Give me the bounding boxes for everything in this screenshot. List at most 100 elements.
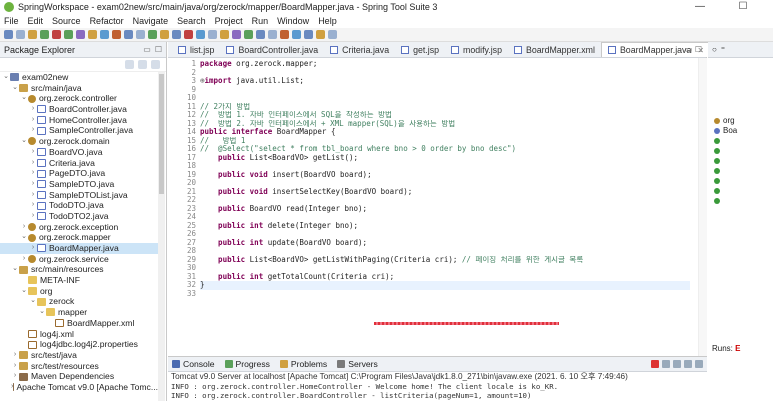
package-explorer-tab[interactable]: Package Explorer ▭ ☐ [0,42,166,58]
terminate-icon[interactable] [651,360,659,368]
toolbar-action-icon[interactable] [88,30,97,39]
outline-member[interactable] [708,166,773,176]
code-line[interactable]: public int getTotalCount(Criteria cri); [200,273,690,282]
collapsed-twisty-icon[interactable]: › [29,168,37,179]
console-tab-console[interactable]: Console [172,359,215,369]
toolbar-action-icon[interactable] [184,30,193,39]
code-line[interactable] [200,247,690,256]
remove-launch-icon[interactable] [662,360,670,368]
menu-help[interactable]: Help [318,16,337,26]
menu-navigate[interactable]: Navigate [133,16,169,26]
toolbar-action-icon[interactable] [208,30,217,39]
collapsed-twisty-icon[interactable]: › [29,115,37,126]
menu-source[interactable]: Source [52,16,81,26]
code-line[interactable]: package org.zerock.mapper; [200,60,690,69]
code-line[interactable]: public interface BoardMapper { [200,128,690,137]
code-line[interactable]: // 2가지 방법 [200,103,690,112]
toolbar-action-icon[interactable] [64,30,73,39]
code-line[interactable]: ⊕import java.util.List; [200,77,690,86]
tree-item[interactable]: ⌄ exam02new [0,72,158,83]
menu-project[interactable]: Project [215,16,243,26]
code-line[interactable] [200,69,690,78]
toolbar-action-icon[interactable] [76,30,85,39]
collapsed-twisty-icon[interactable]: › [29,211,37,222]
tree-item[interactable]: › Criteria.java [0,158,158,169]
tree-item[interactable]: ⌄ src/main/resources [0,264,158,275]
tree-item[interactable]: ⌄ zerock [0,296,158,307]
toolbar-action-icon[interactable] [28,30,37,39]
clear-console-icon[interactable] [673,360,681,368]
outline-member[interactable] [708,146,773,156]
tree-item[interactable]: BoardMapper.xml [0,318,158,329]
toolbar-action-icon[interactable] [268,30,277,39]
code-line[interactable]: public void insert(BoardVO board); [200,171,690,180]
code-line[interactable] [200,162,690,171]
tree-item[interactable]: ⌄ src/main/java [0,83,158,94]
expanded-twisty-icon[interactable]: ⌄ [29,296,37,307]
code-line[interactable]: // 방법 1 [200,137,690,146]
collapsed-twisty-icon[interactable]: › [29,147,37,158]
outline-tab-bar[interactable]: ○ ⁼ [708,42,773,58]
code-line[interactable] [200,86,690,95]
code-line[interactable] [200,290,690,299]
expanded-twisty-icon[interactable]: ⌄ [20,286,28,297]
outline-member[interactable] [708,176,773,186]
expanded-twisty-icon[interactable]: ⌄ [11,264,19,275]
collapsed-twisty-icon[interactable]: › [20,222,28,233]
collapsed-twisty-icon[interactable]: › [29,104,37,115]
code-line[interactable]: public int update(BoardVO board); [200,239,690,248]
tree-item[interactable]: › BoardMapper.java [0,243,158,254]
editor-tab[interactable]: BoardController.java [220,42,324,57]
tree-item[interactable]: › PageDTO.java [0,168,158,179]
toolbar-action-icon[interactable] [40,30,49,39]
tree-item[interactable]: log4j.xml [0,329,158,340]
console-output[interactable]: INFO : org.zerock.controller.HomeControl… [168,382,707,400]
tree-item[interactable]: › SampleDTOList.java [0,190,158,201]
tree-item[interactable]: › src/test/resources [0,361,158,372]
minimize-view-icon[interactable]: ▭ [143,45,151,54]
menu-edit[interactable]: Edit [28,16,44,26]
outline-member[interactable] [708,136,773,146]
pin-console-icon[interactable] [695,360,703,368]
overflow-icon[interactable]: ⁼ [721,45,725,54]
tree-item[interactable]: log4jdbc.log4j2.properties [0,339,158,350]
code-line[interactable] [200,179,690,188]
outline-item[interactable]: Boa [708,126,773,136]
toolbar-action-icon[interactable] [232,30,241,39]
code-line[interactable] [200,230,690,239]
collapsed-twisty-icon[interactable]: › [29,158,37,169]
tree-item[interactable]: › HomeController.java [0,115,158,126]
toolbar-action-icon[interactable] [160,30,169,39]
toolbar-action-icon[interactable] [292,30,301,39]
code-line[interactable]: // 방법 1. 자바 인터페이스에서 SQL을 작성하는 방법 [200,111,690,120]
expanded-twisty-icon[interactable]: ⌄ [11,83,19,94]
collapsed-twisty-icon[interactable]: › [11,361,19,372]
toolbar-action-icon[interactable] [124,30,133,39]
package-explorer-scrollbar[interactable] [158,72,165,401]
maximize-view-icon[interactable]: ☐ [155,45,162,54]
code-line[interactable]: public int delete(Integer bno); [200,222,690,231]
code-line[interactable]: public List<BoardVO> getListWithPaging(C… [200,256,690,265]
editor-scrollbar[interactable] [698,58,707,356]
outline-icon[interactable]: ○ [712,45,717,54]
code-line[interactable]: public List<BoardVO> getList(); [200,154,690,163]
tree-item[interactable]: › SampleController.java [0,125,158,136]
code-line[interactable] [200,213,690,222]
collapse-all-icon[interactable] [125,60,134,69]
menu-file[interactable]: File [4,16,19,26]
view-menu-icon[interactable] [151,60,160,69]
editor-tab[interactable]: BoardMapper.xml [508,42,601,57]
collapsed-twisty-icon[interactable]: › [11,350,19,361]
toolbar-action-icon[interactable] [280,30,289,39]
tree-item[interactable]: ⌄ org.zerock.controller [0,93,158,104]
menu-window[interactable]: Window [277,16,309,26]
code-line[interactable]: // 방법 2. 자바 인터페이스에서 + XML mapper(SQL)을 사… [200,120,690,129]
toolbar-action-icon[interactable] [4,30,13,39]
toolbar-action-icon[interactable] [256,30,265,39]
toolbar-action-icon[interactable] [196,30,205,39]
toolbar-action-icon[interactable] [52,30,61,39]
editor-tab[interactable]: Criteria.java [324,42,395,57]
tree-item[interactable]: › org.zerock.exception [0,222,158,233]
tree-item[interactable]: › Apache Tomcat v9.0 [Apache Tomc... [0,382,158,393]
toolbar-action-icon[interactable] [328,30,337,39]
